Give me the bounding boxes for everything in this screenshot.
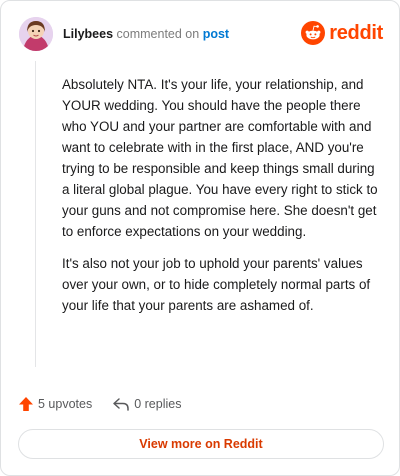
upvote-arrow-icon <box>19 397 33 411</box>
comment-stats: 5 upvotes 0 replies <box>18 394 201 414</box>
comment-body: Absolutely NTA. It's your life, your rel… <box>62 74 380 327</box>
avatar-image <box>19 17 53 51</box>
reddit-embed-card: Lilybees commented on post reddit Absolu… <box>0 0 400 476</box>
upvotes-stat[interactable]: 5 upvotes <box>18 396 92 412</box>
replies-stat[interactable]: 0 replies <box>112 396 181 412</box>
reddit-wordmark: reddit <box>329 21 383 44</box>
reddit-snoo-icon <box>301 21 326 45</box>
thread-line <box>35 61 36 367</box>
comment-paragraph: It's also not your job to uphold your pa… <box>62 256 371 313</box>
view-more-button[interactable]: View more on Reddit <box>18 429 384 459</box>
comment-attribution: Lilybees commented on post <box>63 26 229 42</box>
comment-paragraph: Absolutely NTA. It's your life, your rel… <box>62 77 378 239</box>
post-link[interactable]: post <box>203 27 229 41</box>
comment-author[interactable]: Lilybees <box>63 27 113 41</box>
user-avatar[interactable] <box>19 17 53 51</box>
reddit-brand[interactable]: reddit <box>301 20 383 46</box>
reply-arrow-icon <box>113 398 129 411</box>
comment-action-text: commented on <box>116 27 200 41</box>
view-more-label: View more on Reddit <box>139 437 263 451</box>
upvotes-count: 5 upvotes <box>38 397 93 411</box>
comment-header: Lilybees commented on post reddit <box>19 17 383 51</box>
replies-count: 0 replies <box>134 397 182 411</box>
